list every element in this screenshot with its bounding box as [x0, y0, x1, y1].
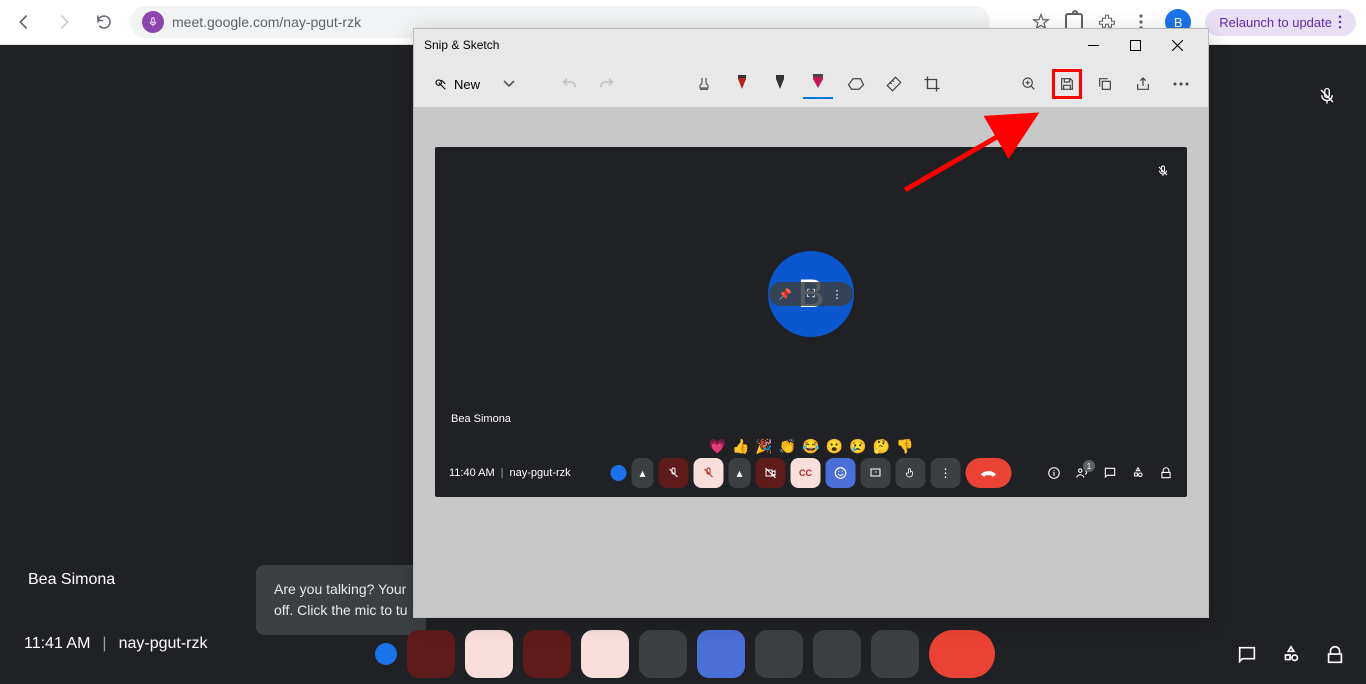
reaction-emoji[interactable]: 👍	[732, 438, 749, 455]
activities-icon[interactable]	[1280, 644, 1302, 666]
mic-muted-icon	[1318, 87, 1336, 105]
inner-speaking-dot	[611, 465, 627, 481]
snip-canvas[interactable]: B 📌 ⛶ ⋮ Bea Simona 💗 👍 🎉 👏 😂 😮 😢 🤔 👎 11:40 AM | …	[414, 107, 1208, 617]
ctrl-behind[interactable]	[813, 630, 861, 678]
highlighter-icon[interactable]	[803, 69, 833, 99]
forward-button[interactable]	[50, 8, 78, 36]
relaunch-button[interactable]: Relaunch to update	[1205, 9, 1356, 36]
reaction-emoji[interactable]: 😮	[826, 438, 843, 455]
eraser-icon[interactable]	[841, 69, 871, 99]
inner-code: nay-pgut-rzk	[510, 467, 571, 479]
inner-more-button[interactable]: ⋮	[931, 458, 961, 488]
meet-controls-behind	[375, 630, 995, 678]
inner-people-icon[interactable]: 1	[1075, 466, 1089, 480]
captured-screenshot: B 📌 ⛶ ⋮ Bea Simona 💗 👍 🎉 👏 😂 😮 😢 🤔 👎 11:40 AM | …	[435, 147, 1187, 497]
copy-icon[interactable]	[1090, 69, 1120, 99]
window-controls	[1072, 29, 1198, 61]
inner-raise-hand-button[interactable]	[896, 458, 926, 488]
ctrl-behind[interactable]	[639, 630, 687, 678]
host-controls-icon[interactable]	[1324, 644, 1346, 666]
new-snip-button[interactable]: New	[426, 72, 486, 96]
inner-mic-chevron[interactable]: ▴	[632, 458, 654, 488]
separator: |	[102, 635, 106, 653]
meet-code-label: nay-pgut-rzk	[119, 635, 208, 653]
meet-time-label: 11:41 AM	[24, 635, 90, 653]
pencil-icon[interactable]	[765, 69, 795, 99]
inner-avatar-area: B 📌 ⛶ ⋮	[768, 251, 854, 337]
inner-right-icons: 1	[1047, 466, 1173, 480]
zoom-icon[interactable]	[1014, 69, 1044, 99]
site-info-icon[interactable]	[142, 11, 164, 33]
inner-reactions-button[interactable]	[826, 458, 856, 488]
relaunch-label: Relaunch to update	[1219, 15, 1332, 30]
inner-camera-button[interactable]	[756, 458, 786, 488]
inner-host-icon[interactable]	[1159, 466, 1173, 480]
inner-controls: ▴ ▴ CC ⋮	[611, 458, 1012, 488]
inner-mic-button[interactable]	[659, 458, 689, 488]
share-icon[interactable]	[1128, 69, 1158, 99]
more-icon[interactable]	[1166, 69, 1196, 99]
maximize-button[interactable]	[1114, 29, 1156, 61]
chat-icon[interactable]	[1236, 644, 1258, 666]
snip-toolbar: New	[414, 61, 1208, 107]
inner-cc-button[interactable]: CC	[791, 458, 821, 488]
reaction-emoji[interactable]: 🎉	[755, 438, 772, 455]
ctrl-behind[interactable]	[755, 630, 803, 678]
ctrl-behind[interactable]	[465, 630, 513, 678]
inner-info-icon[interactable]	[1047, 466, 1061, 480]
inner-name-label: Bea Simona	[451, 413, 511, 425]
save-button-highlighted[interactable]	[1052, 69, 1082, 99]
inner-avatar: B 📌 ⛶ ⋮	[768, 251, 854, 337]
minimize-button[interactable]	[1072, 29, 1114, 61]
save-icon	[1059, 76, 1075, 92]
hangup-behind[interactable]	[929, 630, 995, 678]
reaction-emoji[interactable]: 🤔	[873, 438, 890, 455]
ctrl-behind[interactable]	[697, 630, 745, 678]
ruler-icon[interactable]	[879, 69, 909, 99]
ctrl-behind[interactable]	[581, 630, 629, 678]
fullscreen-icon[interactable]: ⛶	[803, 286, 819, 302]
participant-name-label: Bea Simona	[28, 571, 115, 589]
ballpoint-pen-icon[interactable]	[727, 69, 757, 99]
inner-mic-muted-icon	[1157, 165, 1169, 177]
snip-sketch-window: Snip & Sketch New	[413, 28, 1209, 618]
ctrl-behind[interactable]	[523, 630, 571, 678]
snip-title-text: Snip & Sketch	[424, 38, 499, 52]
back-button[interactable]	[10, 8, 38, 36]
speaking-dot	[375, 643, 397, 665]
reload-button[interactable]	[90, 8, 118, 36]
reaction-emoji[interactable]: 😂	[802, 438, 819, 455]
delay-dropdown-icon[interactable]	[494, 69, 524, 99]
inner-hangup-button[interactable]	[966, 458, 1012, 488]
ctrl-behind[interactable]	[871, 630, 919, 678]
url-text: meet.google.com/nay-pgut-rzk	[172, 14, 361, 30]
snip-titlebar[interactable]: Snip & Sketch	[414, 29, 1208, 61]
inner-activities-icon[interactable]	[1131, 466, 1145, 480]
tile-more-icon[interactable]: ⋮	[829, 286, 845, 302]
undo-icon[interactable]	[554, 69, 584, 99]
meet-right-icons	[1236, 644, 1346, 666]
new-label: New	[454, 77, 480, 92]
redo-icon[interactable]	[592, 69, 622, 99]
inner-present-button[interactable]	[861, 458, 891, 488]
touch-writing-icon[interactable]	[689, 69, 719, 99]
people-count-badge: 1	[1083, 460, 1095, 472]
ctrl-behind[interactable]	[407, 630, 455, 678]
reaction-emoji[interactable]: 😢	[849, 438, 866, 455]
pin-icon[interactable]: 📌	[777, 286, 793, 302]
crop-icon[interactable]	[917, 69, 947, 99]
inner-bottom-bar: 11:40 AM | nay-pgut-rzk ▴ ▴ CC ⋮	[435, 455, 1187, 491]
inner-reactions-bar[interactable]: 💗 👍 🎉 👏 😂 😮 😢 🤔 👎	[709, 438, 914, 455]
inner-chat-icon[interactable]	[1103, 466, 1117, 480]
reaction-emoji[interactable]: 👎	[896, 438, 913, 455]
reaction-emoji[interactable]: 💗	[709, 438, 726, 455]
inner-tile-overlay: 📌 ⛶ ⋮	[769, 282, 853, 306]
inner-mic-alert[interactable]	[694, 458, 724, 488]
reaction-emoji[interactable]: 👏	[779, 438, 796, 455]
inner-cam-chevron[interactable]: ▴	[729, 458, 751, 488]
close-button[interactable]	[1156, 29, 1198, 61]
inner-time: 11:40 AM	[449, 467, 495, 479]
